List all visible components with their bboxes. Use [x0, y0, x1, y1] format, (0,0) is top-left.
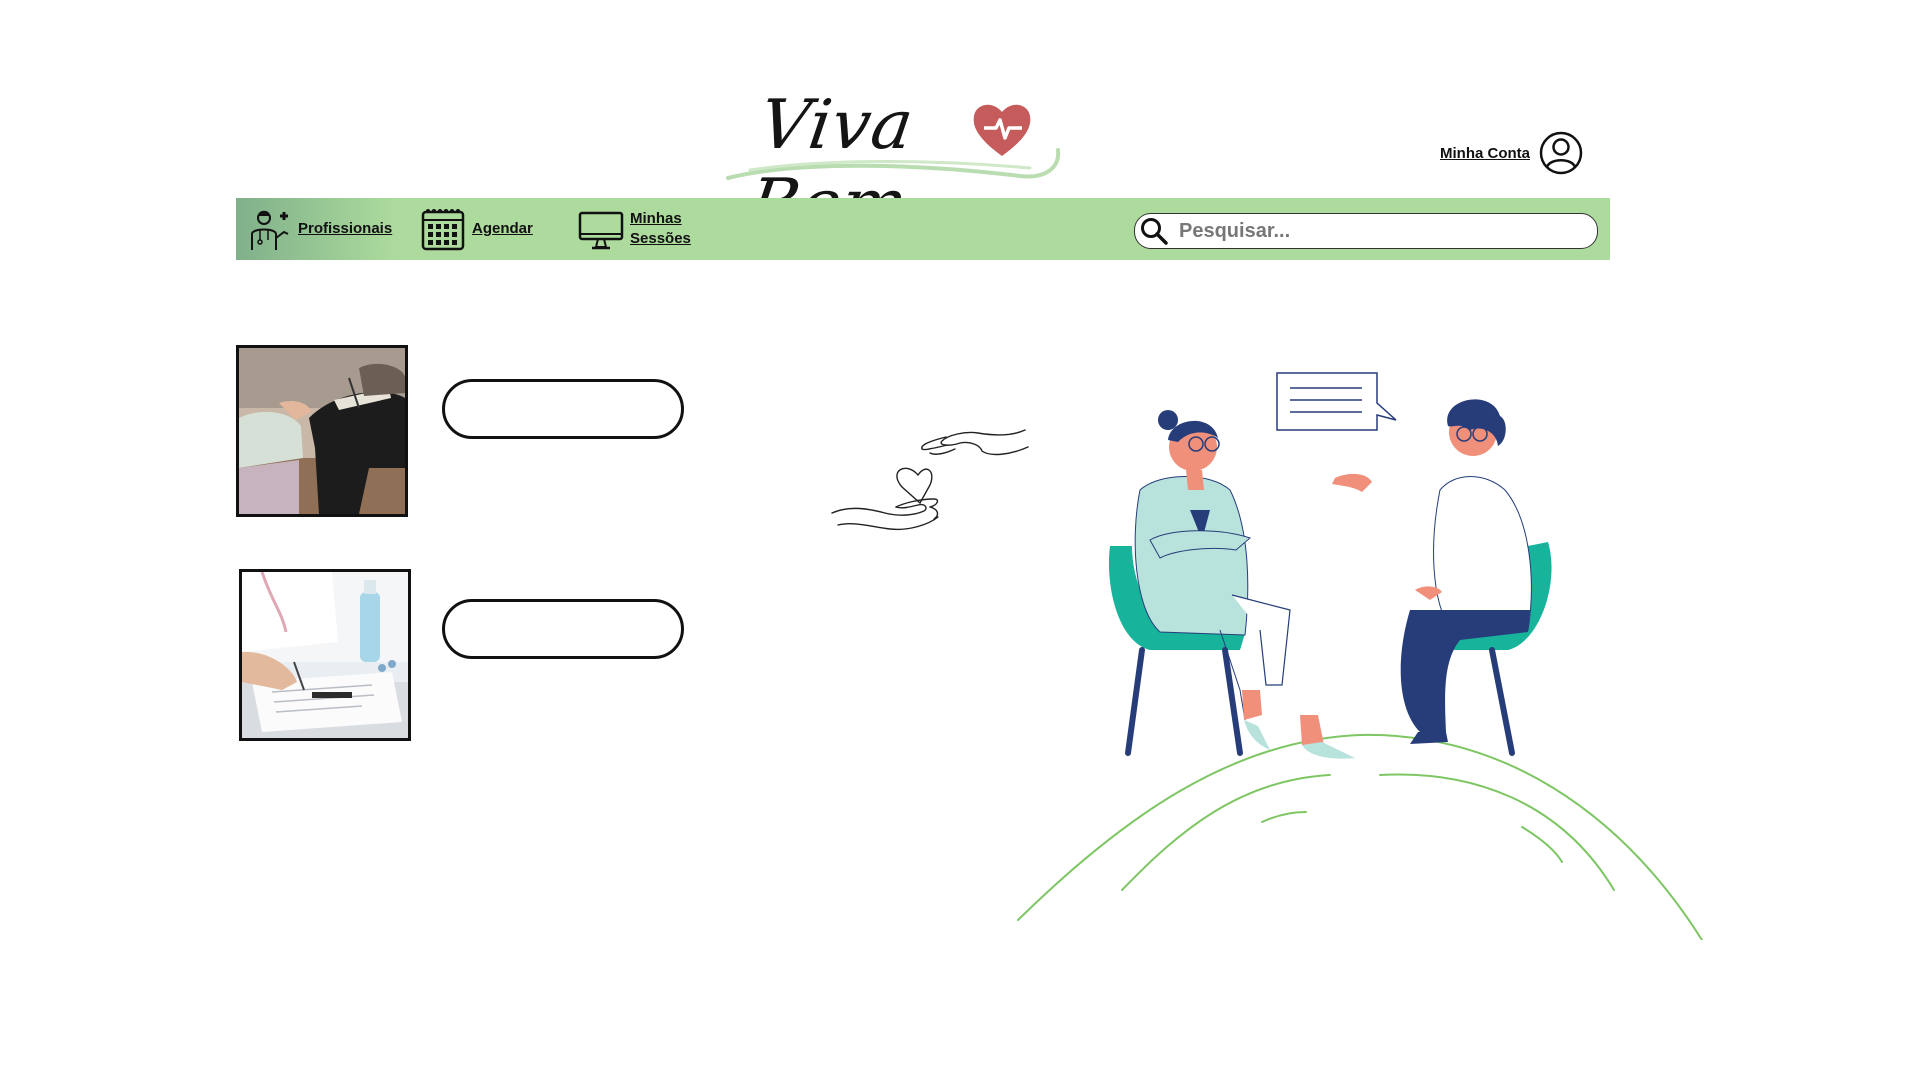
nav-item-agendar[interactable]: Agendar	[420, 198, 533, 260]
nav-item-profissionais[interactable]: Profissionais	[246, 198, 392, 260]
search-input[interactable]	[1177, 218, 1581, 244]
option-button-1[interactable]	[442, 379, 684, 439]
search-bar[interactable]	[1134, 213, 1598, 249]
doctor-writing-photo	[239, 569, 411, 741]
account-label: Minha Conta	[1440, 144, 1530, 162]
calendar-icon	[421, 209, 465, 251]
consultation-illustration	[1017, 372, 1703, 940]
nav-label-profissionais: Profissionais	[298, 220, 393, 237]
nav-label-agendar: Agendar	[472, 220, 533, 237]
navbar: Profissionais Agendar Minhas Sessões	[236, 198, 1610, 260]
search-icon[interactable]	[1139, 216, 1169, 246]
monitor-icon	[578, 211, 624, 250]
therapy-session-photo	[236, 345, 408, 517]
account-link[interactable]: Minha Conta	[1440, 130, 1584, 176]
therapy-session-image	[239, 348, 405, 514]
option-button-2[interactable]	[442, 599, 684, 659]
nav-item-minhas-sessoes[interactable]: Minhas Sessões	[578, 198, 692, 260]
heart-pulse-icon	[973, 104, 1031, 156]
logo[interactable]: Viva Bem	[720, 78, 1070, 244]
nav-label-minhas-sessoes: Minhas Sessões	[630, 210, 691, 247]
doctor-icon	[251, 210, 289, 250]
user-circle-icon	[1539, 131, 1583, 175]
doctor-writing-image	[242, 572, 408, 738]
